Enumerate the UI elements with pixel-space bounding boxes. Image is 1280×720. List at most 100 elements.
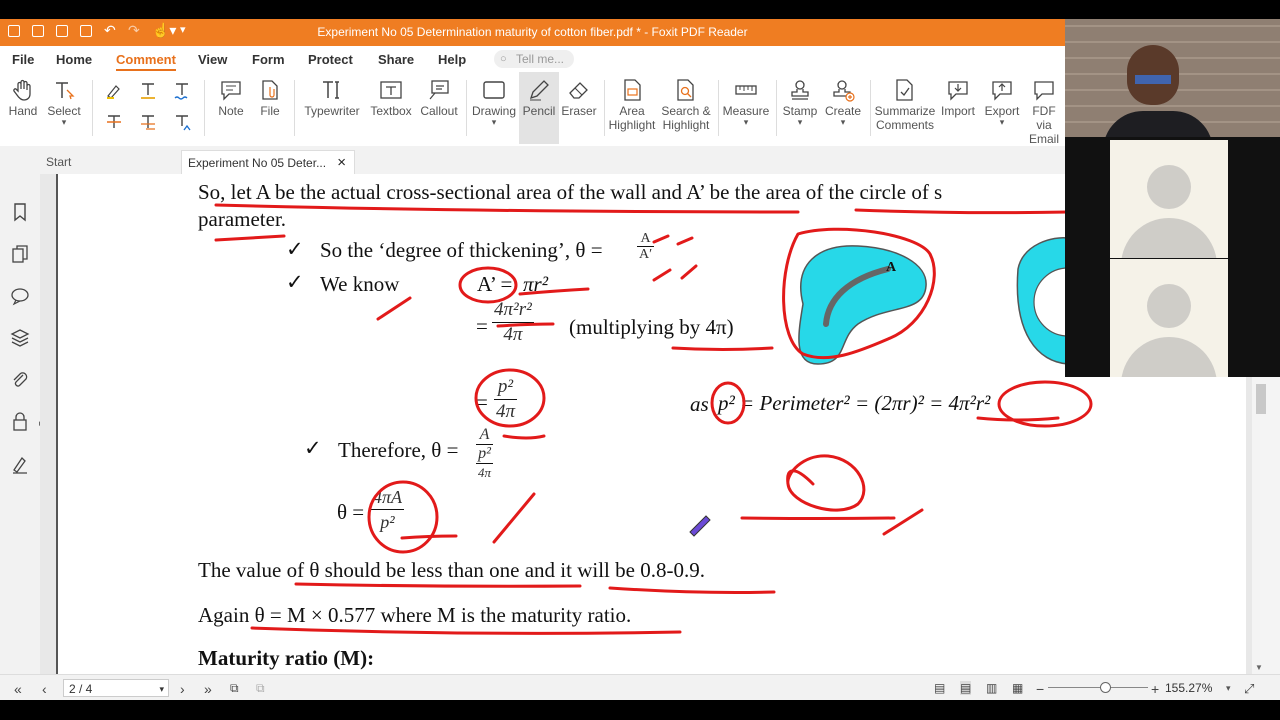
ribbon-separator: [604, 80, 605, 136]
area-highlight-button[interactable]: Area Highlight: [608, 72, 656, 144]
menu-comment[interactable]: Comment: [116, 52, 176, 71]
export-button[interactable]: Export ▾: [982, 72, 1022, 144]
export-icon: [992, 81, 1012, 101]
file-attach-button[interactable]: File: [252, 72, 288, 144]
menu-help[interactable]: Help: [438, 52, 466, 67]
select-tool-button[interactable]: Select ▾: [44, 72, 84, 144]
pen-stroke: [492, 492, 536, 544]
drawing-label: Drawing: [471, 104, 516, 118]
zoom-slider-handle[interactable]: [1100, 682, 1111, 693]
underline-icon[interactable]: [138, 80, 158, 100]
menu-form[interactable]: Form: [252, 52, 285, 67]
menu-share[interactable]: Share: [378, 52, 414, 67]
zoom-out-icon[interactable]: −: [1036, 681, 1044, 697]
continuous-facing-view-icon[interactable]: ▦: [1012, 681, 1023, 695]
scroll-down-icon[interactable]: ▼: [1255, 663, 1263, 672]
pen-strike: [496, 322, 555, 328]
callout-button[interactable]: Callout: [418, 72, 460, 144]
zoom-in-icon[interactable]: +: [1151, 681, 1159, 697]
close-tab-icon[interactable]: ×: [337, 151, 346, 175]
pen-circle: [474, 368, 546, 428]
tab-start[interactable]: Start: [40, 150, 180, 174]
layers-icon[interactable]: [10, 328, 30, 348]
measure-dropdown-icon: ▾: [743, 117, 749, 127]
ribbon-separator: [294, 80, 295, 136]
import-icon: [948, 81, 968, 101]
squiggly-icon[interactable]: [172, 80, 192, 100]
drawing-button[interactable]: Drawing ▾: [470, 72, 518, 144]
comments-icon[interactable]: [10, 286, 30, 306]
stamp-label: Stamp: [782, 104, 818, 118]
tab-document[interactable]: Experiment No 05 Deter... ×: [181, 150, 355, 174]
facing-view-icon[interactable]: ▥: [986, 681, 997, 695]
search-highlight-label-1: Search &: [661, 104, 711, 118]
ribbon-separator: [204, 80, 205, 136]
hand-tool-button[interactable]: Hand: [4, 72, 42, 144]
bookmark-icon[interactable]: [10, 202, 30, 222]
create-button[interactable]: Create ▾: [822, 72, 864, 144]
pen-underline: [976, 416, 1060, 422]
avatar-body: [1121, 337, 1217, 377]
tell-me-search[interactable]: ○ Tell me...: [494, 50, 574, 68]
zoom-dropdown-icon[interactable]: ▾: [1226, 683, 1231, 694]
zoom-level[interactable]: 155.27%: [1165, 681, 1212, 695]
note-label: Note: [218, 104, 244, 118]
pencil-icon: [529, 80, 549, 101]
pages-icon[interactable]: [10, 244, 30, 264]
select-label: Select: [47, 104, 81, 118]
eraser-label: Eraser: [561, 104, 597, 118]
measure-button[interactable]: Measure ▾: [722, 72, 770, 144]
last-page-icon[interactable]: »: [204, 681, 212, 697]
strikeout-icon[interactable]: [104, 112, 124, 132]
security-lock-icon[interactable]: [10, 412, 30, 432]
drawing-dropdown-icon: ▾: [491, 117, 497, 127]
continuous-view-icon[interactable]: ▤: [960, 681, 972, 695]
import-button[interactable]: Import: [938, 72, 978, 144]
create-dropdown-icon: ▾: [840, 117, 846, 127]
fdf-via-email-button[interactable]: FDF via Email: [1024, 72, 1064, 144]
typewriter-button[interactable]: Typewriter: [300, 72, 364, 144]
pen-underline: [854, 208, 1070, 215]
pen-circle: [458, 266, 518, 304]
next-view-icon[interactable]: ⧉: [256, 681, 265, 696]
menu-protect[interactable]: Protect: [308, 52, 353, 67]
signature-icon[interactable]: [10, 454, 30, 474]
zoom-slider-track[interactable]: [1048, 687, 1148, 688]
summarize-comments-button[interactable]: Summarize Comments: [874, 72, 936, 144]
next-page-icon[interactable]: ›: [180, 681, 185, 697]
callout-icon: [429, 80, 449, 100]
first-page-icon[interactable]: «: [14, 681, 22, 697]
replace-text-icon[interactable]: [138, 112, 158, 132]
eraser-button[interactable]: Eraser: [560, 72, 598, 144]
search-highlight-button[interactable]: Search & Highlight: [660, 72, 712, 144]
page-number-input[interactable]: 2 / 4 ▾: [63, 679, 169, 697]
lightbulb-icon: ○: [500, 53, 507, 65]
textbox-label: Textbox: [370, 104, 412, 118]
previous-view-icon[interactable]: ⧉: [230, 681, 239, 696]
summarize-label-1: Summarize: [874, 104, 936, 118]
menu-view[interactable]: View: [198, 52, 227, 67]
pen-underline: [214, 234, 286, 242]
insert-text-icon[interactable]: [172, 112, 192, 132]
textbox-button[interactable]: Textbox: [366, 72, 416, 144]
stamp-button[interactable]: Stamp ▾: [780, 72, 820, 144]
note-button[interactable]: Note: [212, 72, 250, 144]
previous-page-icon[interactable]: ‹: [42, 681, 47, 697]
pencil-button[interactable]: Pencil: [519, 72, 559, 144]
single-page-view-icon[interactable]: ▤: [934, 681, 945, 695]
attachments-icon[interactable]: [10, 370, 30, 390]
pen-stroke: [376, 296, 412, 321]
ribbon-separator: [870, 80, 871, 136]
fullscreen-icon[interactable]: ⤢: [1244, 681, 1254, 697]
typewriter-label: Typewriter: [304, 104, 360, 118]
fiber-cross-section-shape: [798, 245, 927, 365]
menu-file[interactable]: File: [12, 52, 34, 67]
scrollbar-thumb[interactable]: [1256, 384, 1266, 414]
participant-tile[interactable]: [1110, 140, 1228, 258]
menu-home[interactable]: Home: [56, 52, 92, 67]
pen-underline: [294, 582, 582, 588]
tell-me-placeholder: Tell me...: [516, 52, 565, 66]
participant-tile[interactable]: [1110, 259, 1228, 377]
search-highlight-icon: [677, 79, 694, 101]
highlight-icon[interactable]: [104, 80, 124, 100]
